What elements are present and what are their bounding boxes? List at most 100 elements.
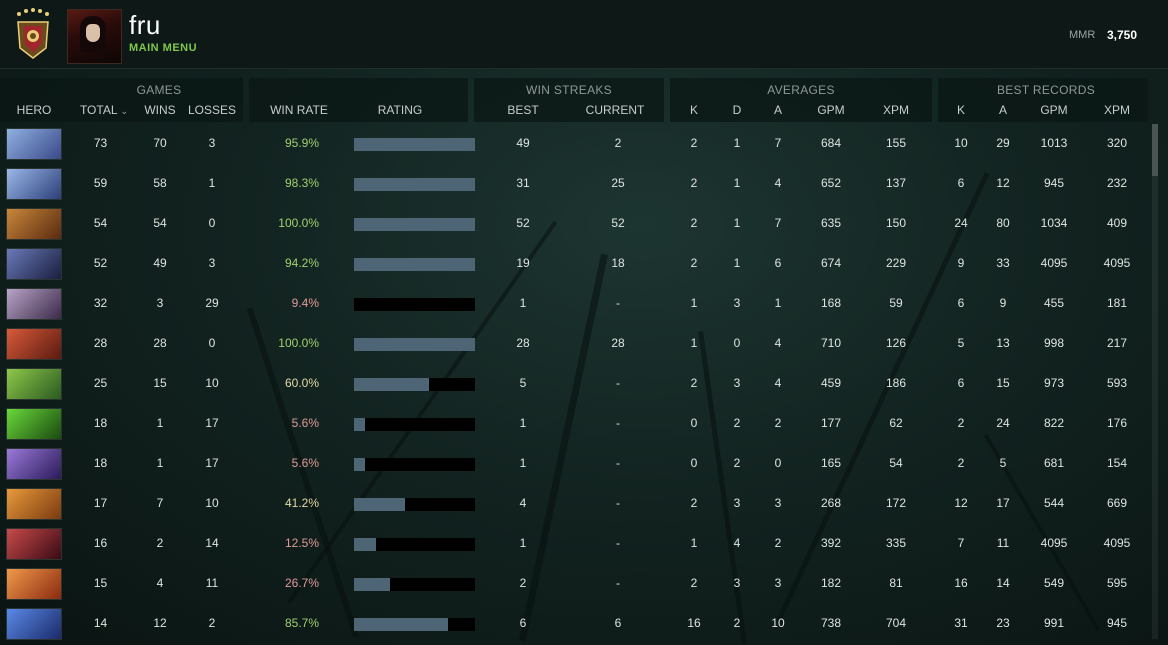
column-header-avg-gpm[interactable]: GPM	[808, 103, 854, 117]
hero-portrait[interactable]	[6, 368, 62, 400]
hero-portrait[interactable]	[6, 248, 62, 280]
cell-best-kills: 7	[957, 536, 965, 550]
scrollbar-thumb[interactable]	[1152, 124, 1158, 176]
cell-best-xpm: 176	[1106, 416, 1128, 430]
column-header-hero[interactable]: HERO	[4, 103, 64, 117]
cell-avg-kills: 2	[690, 576, 698, 590]
column-header-wins[interactable]: WINS	[130, 103, 190, 117]
column-header-win-rate[interactable]: WIN RATE	[264, 103, 334, 117]
cell-best-assists: 23	[996, 616, 1010, 630]
cell-avg-xpm: 172	[885, 496, 907, 510]
cell-current-streak: 6	[614, 616, 622, 630]
cell-avg-kills: 0	[690, 416, 698, 430]
table-row[interactable]: 54 54 0 52 52 2 1 7 635 150 24 80 1034 409 100.0%	[0, 204, 1150, 244]
hero-portrait[interactable]	[6, 488, 62, 520]
cell-avg-gpm: 684	[820, 136, 842, 150]
cell-wins: 15	[153, 376, 167, 390]
table-row[interactable]: 15 4 11 2 - 2 3 3 182 81 16 14 549 595 26.7%	[0, 564, 1150, 604]
cell-best-xpm: 945	[1106, 616, 1128, 630]
cell-best-streak: 19	[516, 256, 530, 270]
cell-win-rate: 12.5%	[284, 536, 319, 550]
table-row[interactable]: 25 15 10 5 - 2 3 4 459 186 6 15 973 593 60.0%	[0, 364, 1150, 404]
games-group-header: GAMES	[136, 83, 182, 97]
cell-win-rate: 100.0%	[278, 336, 319, 350]
column-header-current-streak[interactable]: CURRENT	[578, 103, 652, 117]
rating-bar-fill	[354, 618, 448, 631]
cell-best-kills: 5	[957, 336, 965, 350]
cell-current-streak: -	[616, 576, 620, 590]
cell-wins: 3	[156, 296, 164, 310]
table-row[interactable]: 73 70 3 49 2 2 1 7 684 155 10 29 1013 320 95.9%	[0, 124, 1150, 164]
column-header-best-assists[interactable]: A	[988, 103, 1018, 117]
table-row[interactable]: 28 28 0 28 28 1 0 4 710 126 5 13 998 217 100.0%	[0, 324, 1150, 364]
cell-losses: 10	[205, 496, 219, 510]
hero-portrait[interactable]	[6, 208, 62, 240]
cell-best-gpm: 945	[1043, 176, 1065, 190]
main-menu-link[interactable]: MAIN MENU	[129, 42, 197, 54]
table-row[interactable]: 18 1 17 1 - 0 2 0 165 54 2 5 681 154 5.6%	[0, 444, 1150, 484]
hero-portrait[interactable]	[6, 528, 62, 560]
cell-win-rate: 9.4%	[291, 296, 319, 310]
cell-avg-assists: 2	[774, 536, 782, 550]
hero-portrait[interactable]	[6, 408, 62, 440]
cell-win-rate: 100.0%	[278, 216, 319, 230]
cell-win-rate: 5.6%	[291, 456, 319, 470]
rating-bar-fill	[354, 458, 365, 471]
table-row[interactable]: 17 7 10 4 - 2 3 3 268 172 12 17 544 669 41.2%	[0, 484, 1150, 524]
cell-best-assists: 29	[996, 136, 1010, 150]
cell-wins: 1	[156, 456, 164, 470]
hero-portrait[interactable]	[6, 448, 62, 480]
cell-avg-deaths: 3	[733, 496, 741, 510]
sort-chevron-down-icon: ⌄	[120, 106, 129, 116]
player-avatar[interactable]	[67, 9, 122, 64]
table-row[interactable]: 52 49 3 19 18 2 1 6 674 229 9 33 4095 4095 94.2%	[0, 244, 1150, 284]
cell-avg-gpm: 392	[820, 536, 842, 550]
cell-losses: 0	[208, 336, 216, 350]
cell-best-gpm: 822	[1043, 416, 1065, 430]
scrollbar-track[interactable]	[1152, 124, 1158, 639]
hero-portrait[interactable]	[6, 328, 62, 360]
cell-avg-gpm: 268	[820, 496, 842, 510]
column-header-avg-xpm[interactable]: XPM	[873, 103, 919, 117]
column-header-best-xpm[interactable]: XPM	[1094, 103, 1140, 117]
cell-best-xpm: 595	[1106, 576, 1128, 590]
hero-portrait[interactable]	[6, 288, 62, 320]
cell-best-streak: 4	[519, 496, 527, 510]
cell-avg-deaths: 3	[733, 376, 741, 390]
cell-best-streak: 1	[519, 536, 527, 550]
column-header-best-gpm[interactable]: GPM	[1031, 103, 1077, 117]
table-row[interactable]: 14 12 2 6 6 16 2 10 738 704 31 23 991 945 85.7%	[0, 604, 1150, 644]
hero-portrait[interactable]	[6, 128, 62, 160]
cell-avg-deaths: 1	[733, 216, 741, 230]
column-header-avg-assists[interactable]: A	[763, 103, 793, 117]
column-header-rating[interactable]: RATING	[370, 103, 430, 117]
cell-losses: 29	[205, 296, 219, 310]
rating-bar-track	[354, 458, 475, 471]
column-header-avg-kills[interactable]: K	[679, 103, 709, 117]
cell-wins: 54	[153, 216, 167, 230]
table-row[interactable]: 18 1 17 1 - 0 2 2 177 62 2 24 822 176 5.6%	[0, 404, 1150, 444]
cell-current-streak: 2	[614, 136, 622, 150]
cell-avg-assists: 4	[774, 176, 782, 190]
column-header-total-label: TOTAL	[79, 103, 118, 117]
column-header-losses[interactable]: LOSSES	[182, 103, 242, 117]
column-header-avg-deaths[interactable]: D	[722, 103, 752, 117]
column-header-best-kills[interactable]: K	[946, 103, 976, 117]
cell-avg-gpm: 652	[820, 176, 842, 190]
cell-avg-gpm: 674	[820, 256, 842, 270]
table-row[interactable]: 59 58 1 31 25 2 1 4 652 137 6 12 945 232 98.3%	[0, 164, 1150, 204]
hero-portrait[interactable]	[6, 568, 62, 600]
cell-avg-deaths: 3	[733, 576, 741, 590]
table-row[interactable]: 16 2 14 1-1 4 2 392 335 7 11 4095 4095 12.5%	[0, 524, 1150, 564]
hero-portrait[interactable]	[6, 608, 62, 640]
cell-avg-gpm: 182	[820, 576, 842, 590]
cell-avg-kills: 2	[690, 496, 698, 510]
hero-portrait[interactable]	[6, 168, 62, 200]
cell-total: 59	[93, 176, 108, 190]
cell-win-rate: 5.6%	[291, 416, 319, 430]
column-header-best-streak[interactable]: BEST	[493, 103, 553, 117]
column-header-total[interactable]: TOTAL ⌄	[73, 103, 135, 117]
cell-best-assists: 12	[996, 176, 1010, 190]
table-row[interactable]: 32 3 29 1 - 1 3 1 168 59 6 9 455 181 9.4%	[0, 284, 1150, 324]
cell-best-gpm: 681	[1043, 456, 1065, 470]
